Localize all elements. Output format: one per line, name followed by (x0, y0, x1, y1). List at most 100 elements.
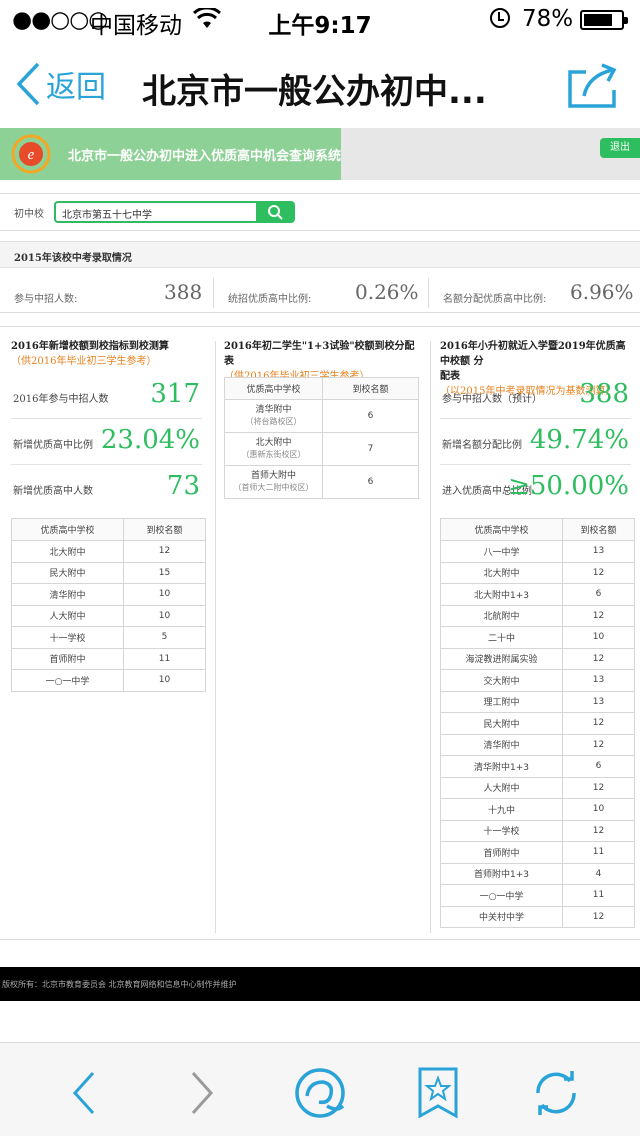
browser-back-button[interactable] (56, 1065, 112, 1121)
school-cell: 清华附中 (11, 583, 124, 606)
table-row: 二十中 10 (440, 626, 635, 649)
battery-percent: 78% (522, 6, 574, 32)
metric-value: 317 (150, 379, 200, 409)
school-cell: 人大附中 (11, 604, 124, 627)
search-button[interactable] (256, 201, 295, 223)
panel-title-line: 2016年小升初就近入学暨2019年优质高中校额 分 (440, 341, 626, 367)
quota-cell: 12 (562, 776, 635, 799)
browser-toolbar (0, 1042, 640, 1136)
school-cell: 清华附中 (440, 733, 563, 756)
stat-participants: 参与中招人数: 388 (14, 270, 204, 310)
quota-cell: 13 (562, 540, 635, 563)
table-row: 人大附中 12 (440, 776, 635, 799)
column-header: 到校名额 (562, 518, 635, 541)
table-row: 北大附中1+3 6 (440, 583, 635, 606)
table-row: 清华附中 10 (11, 583, 206, 606)
browser-forward-button[interactable] (174, 1065, 230, 1121)
stat-value: 0.26% (355, 280, 419, 304)
table-row: 理工附中 13 (440, 690, 635, 713)
stat-label: 名额分配优质高中比例: (443, 294, 547, 305)
school-search-label: 初中校 (14, 209, 44, 220)
logout-button[interactable]: 退出 (600, 138, 640, 158)
table-row: 清华附中1+3 6 (440, 755, 635, 778)
school-cell: 一○一中学 (11, 669, 124, 692)
svg-text:e: e (28, 147, 35, 163)
school-cell: 八一中学 (440, 540, 563, 563)
school-name: 北大附中 (255, 438, 292, 448)
school-name: 清华附中 (255, 405, 292, 415)
table-row: 首师附中 11 (11, 647, 206, 670)
divider (213, 278, 214, 308)
school-cell: 交大附中 (440, 669, 563, 692)
divider (215, 341, 216, 933)
quota-cell: 11 (562, 884, 635, 907)
table-row: 一○一中学 10 (11, 669, 206, 692)
refresh-button[interactable] (528, 1065, 584, 1121)
table-row: 民大附中 15 (11, 561, 206, 584)
stat-value: 6.96% (570, 280, 634, 304)
browser-home-button[interactable] (292, 1065, 348, 1121)
table-row: 十九中 10 (440, 798, 635, 821)
metric-label: 新增优质高中比例 (13, 440, 93, 451)
back-label: 返回 (46, 70, 106, 105)
table-row: 一○一中学 11 (440, 884, 635, 907)
table-row: 北大附中 12 (11, 540, 206, 563)
campus-name: （惠新东街校区） (241, 450, 306, 459)
bookmark-button[interactable] (410, 1065, 466, 1121)
school-cell: 北大附中 (440, 561, 563, 584)
status-bar: ●●○○○ 中国移动 上午9:17 78% (0, 0, 640, 40)
school-cell: 中关村中学 (440, 905, 563, 928)
quota-cell: 12 (562, 604, 635, 627)
table-row: 北大附中 （惠新东街校区） 7 (224, 432, 419, 466)
quota-cell: 10 (562, 626, 635, 649)
school-cell: 北航附中 (440, 604, 563, 627)
column-header: 到校名额 (322, 377, 419, 400)
metric-row: 进入优质高中总比例 ≥50.00% (440, 465, 631, 511)
share-button[interactable] (566, 62, 620, 112)
metric-label: 新增优质高中人数 (13, 486, 93, 497)
site-brand: e 北京市一般公办初中进入优质高中机会查询系统 (0, 128, 341, 180)
school-cell: 首师大附中 （首师大二附中校区） (224, 465, 323, 499)
metric-label: 新增名额分配比例 (442, 440, 522, 451)
school-cell: 理工附中 (440, 690, 563, 713)
metric-label: 2016年参与中招人数 (13, 394, 109, 405)
school-cell: 清华附中 （将台路校区） (224, 399, 323, 433)
metric-row: 参与中招人数（预计） 388 (440, 373, 631, 419)
quota-cell: 13 (562, 690, 635, 713)
quota-cell: 12 (123, 540, 206, 563)
quota-cell: 12 (562, 561, 635, 584)
school-cell: 北大附中1+3 (440, 583, 563, 606)
school-cell: 首师附中 (440, 841, 563, 864)
quota-cell: 6 (562, 583, 635, 606)
metric-value: 49.74% (529, 425, 629, 455)
quota-cell: 10 (123, 604, 206, 627)
metric-row: 新增名额分配比例 49.74% (440, 419, 631, 465)
divider (430, 341, 431, 933)
table-row: 十一学校 5 (11, 626, 206, 649)
quota-cell: 10 (123, 583, 206, 606)
school-cell: 北大附中 （惠新东街校区） (224, 432, 323, 466)
quota-cell: 15 (123, 561, 206, 584)
school-cell: 海淀教进附属实验 (440, 647, 563, 670)
school-search-input[interactable]: 北京市第五十七中学 (54, 201, 258, 223)
school-cell: 首师附中1+3 (440, 862, 563, 885)
nav-bar: 返回 北京市一般公办初中... (0, 40, 640, 128)
admission-stats: 2015年该校中考录取情况 参与中招人数: 388 统招优质高中比例: 0.26… (0, 241, 640, 313)
panel-title: 2016年初二学生"1+3试验"校额到校分配表 (224, 341, 415, 367)
quota-cell: 11 (123, 647, 206, 670)
school-cell: 二十中 (440, 626, 563, 649)
1plus3-table: 优质高中学校 到校名额 清华附中 （将台路校区） 6 北大附中 （惠新东街校区） 7… (224, 377, 419, 499)
back-button[interactable]: 返回 (14, 60, 106, 108)
school-name: 首师大附中 (250, 471, 296, 481)
stat-label: 统招优质高中比例: (228, 294, 312, 305)
school-cell: 清华附中1+3 (440, 755, 563, 778)
metric-row: 新增优质高中人数 73 (11, 465, 202, 511)
bookmark-star-icon (418, 1067, 458, 1119)
share-icon (568, 63, 617, 108)
school-cell: 北大附中 (11, 540, 124, 563)
quota-cell: 12 (562, 712, 635, 735)
school-search: 初中校 北京市第五十七中学 (0, 193, 640, 231)
site-footer: 版权所有：北京市教育委员会 北京教育网络和信息中心制作并维护 (0, 967, 640, 1001)
school-cell: 民大附中 (440, 712, 563, 735)
stat-unified-ratio: 统招优质高中比例: 0.26% (228, 270, 419, 310)
